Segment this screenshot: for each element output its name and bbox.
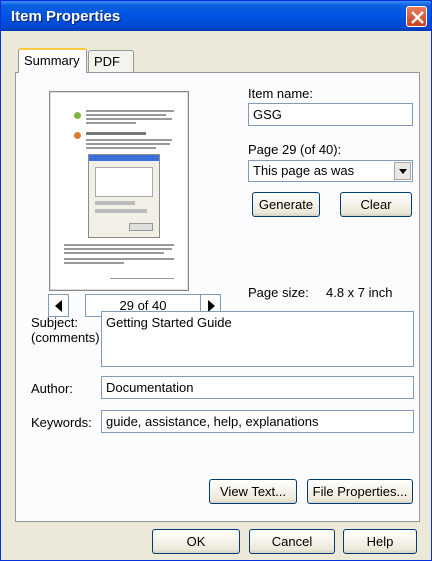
page-thumbnail [49,91,189,291]
title-bar[interactable]: Item Properties [1,1,431,31]
page-size-value: 4.8 x 7 inch [326,285,393,300]
triangle-left-icon [55,300,62,312]
author-label: Author: [31,381,73,396]
info-icon [74,132,81,139]
comments-label: (comments) [31,330,100,345]
cancel-button[interactable]: Cancel [249,529,335,554]
keywords-label: Keywords: [31,415,92,430]
tab-summary[interactable]: Summary [18,48,87,73]
page-version-value: This page as was [253,163,355,178]
file-properties-button[interactable]: File Properties... [307,479,413,504]
chevron-down-icon [399,169,407,174]
item-properties-dialog: Item Properties Summary PDF 29 of 40 Ite… [0,0,432,561]
previous-page-button[interactable] [48,294,69,317]
help-button[interactable]: Help [343,529,417,554]
subject-label: Subject: [31,315,78,330]
dialog-client: Summary PDF 29 of 40 Item name: GSG Page… [4,31,428,559]
window-title: Item Properties [11,8,121,25]
close-button[interactable] [406,6,427,27]
close-icon [411,11,424,24]
tab-pdf[interactable]: PDF [88,50,134,72]
page-version-select[interactable]: This page as was [248,160,413,182]
item-name-label: Item name: [248,86,314,101]
generate-button[interactable]: Generate [252,192,320,217]
subject-textarea[interactable]: Getting Started Guide [101,311,414,367]
ok-button[interactable]: OK [152,529,240,554]
page-size-label: Page size: [248,285,309,300]
dropdown-button[interactable] [394,162,411,180]
keywords-input[interactable]: guide, assistance, help, explanations [101,410,414,433]
item-name-input[interactable]: GSG [248,103,413,126]
clear-button[interactable]: Clear [340,192,412,217]
page-label: Page 29 (of 40): [248,142,342,157]
screenshot-figure [88,154,160,238]
author-input[interactable]: Documentation [101,376,414,399]
bullet-icon [74,112,81,119]
view-text-button[interactable]: View Text... [209,479,297,504]
